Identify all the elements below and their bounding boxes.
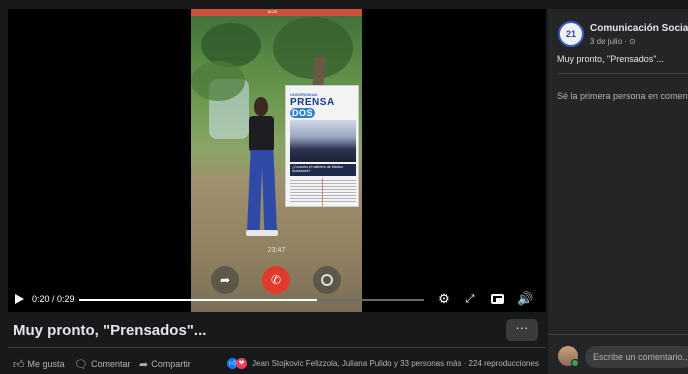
facebook-video-viewer: 16:25 UNIVERSIDAD PRENSADOS ¿Conoces el … (0, 0, 688, 374)
comment-icon: 🗨 (74, 358, 88, 371)
tree-canopy (191, 61, 245, 101)
reactions-summary[interactable]: Jean Stojkovic Felizzola, Juliana Pulido… (252, 359, 539, 368)
call-duration: 23:47 (267, 247, 286, 254)
post-date[interactable]: 3 de julio · ⊙ (590, 37, 636, 46)
divider (557, 73, 688, 74)
brochure-caption: ¿Conoces el noticiero de Medios Andaluce… (290, 164, 356, 176)
like-label: Me gusta (27, 359, 65, 369)
progress-fill (79, 299, 318, 301)
status-time: 16:25 (267, 9, 278, 14)
playback-time: 0:20 / 0:29 (32, 294, 75, 304)
love-reaction-icon: ❤︎ (236, 358, 247, 369)
brochure-text-columns (290, 180, 356, 204)
like-button[interactable]: 👍︎ Me gusta (13, 357, 65, 371)
expand-icon[interactable]: ⤢ (462, 291, 478, 307)
share-label: Compartir (151, 359, 191, 369)
reaction-icons[interactable]: 👍︎ ❤︎ (227, 358, 247, 369)
user-avatar[interactable] (558, 346, 579, 367)
video-player[interactable]: 16:25 UNIVERSIDAD PRENSADOS ¿Conoces el … (8, 9, 546, 312)
progress-bar[interactable] (79, 299, 424, 301)
post-title: Muy pronto, "Prensados"... (13, 322, 207, 339)
more-options-button[interactable]: ··· (506, 319, 538, 341)
comment-input[interactable]: Escribe un comentario... (585, 346, 688, 368)
brochure-title: PRENSADOS (290, 97, 356, 118)
brochure-title-b: DOS (290, 108, 316, 118)
first-comment-prompt: Sé la primera persona en comentar (557, 91, 688, 101)
comment-label: Comentar (90, 359, 131, 369)
divider (548, 334, 688, 335)
video-frame: 16:25 UNIVERSIDAD PRENSADOS ¿Conoces el … (191, 9, 362, 312)
thumbs-up-icon: 👍︎ (13, 358, 25, 371)
page-name-link[interactable]: Comunicación Social (590, 23, 688, 34)
volume-icon[interactable]: 🔊 (517, 291, 533, 307)
person-shoes (246, 230, 278, 236)
gear-icon[interactable]: ⚙ (436, 291, 452, 307)
person-top (249, 116, 274, 152)
post-sidebar: 21 Comunicación Social 3 de julio · ⊙ Mu… (548, 9, 688, 374)
brochure-column-divider (322, 178, 323, 206)
phone-status-bar: 16:25 (191, 9, 362, 16)
person-head (254, 97, 268, 116)
share-button[interactable]: ➦ Compartir (139, 357, 191, 371)
comment-button[interactable]: 🗨 Comentar (74, 357, 130, 371)
brochure-overlay: UNIVERSIDAD PRENSADOS ¿Conoces el notici… (285, 85, 359, 207)
tree-canopy (201, 23, 261, 67)
share-icon: ➦ (139, 358, 149, 371)
brochure-title-a: PRENSA (290, 97, 335, 108)
brochure-image (290, 120, 356, 162)
avatar-text: 21 (565, 29, 576, 39)
play-icon[interactable] (15, 294, 24, 304)
picture-in-picture-icon[interactable] (489, 291, 505, 307)
page-avatar[interactable]: 21 (558, 21, 584, 47)
divider (8, 347, 546, 348)
player-controls: 0:20 / 0:29 ⚙ ⤢ 🔊 (8, 288, 546, 312)
post-description: Muy pronto, "Prensados"... (557, 54, 664, 64)
